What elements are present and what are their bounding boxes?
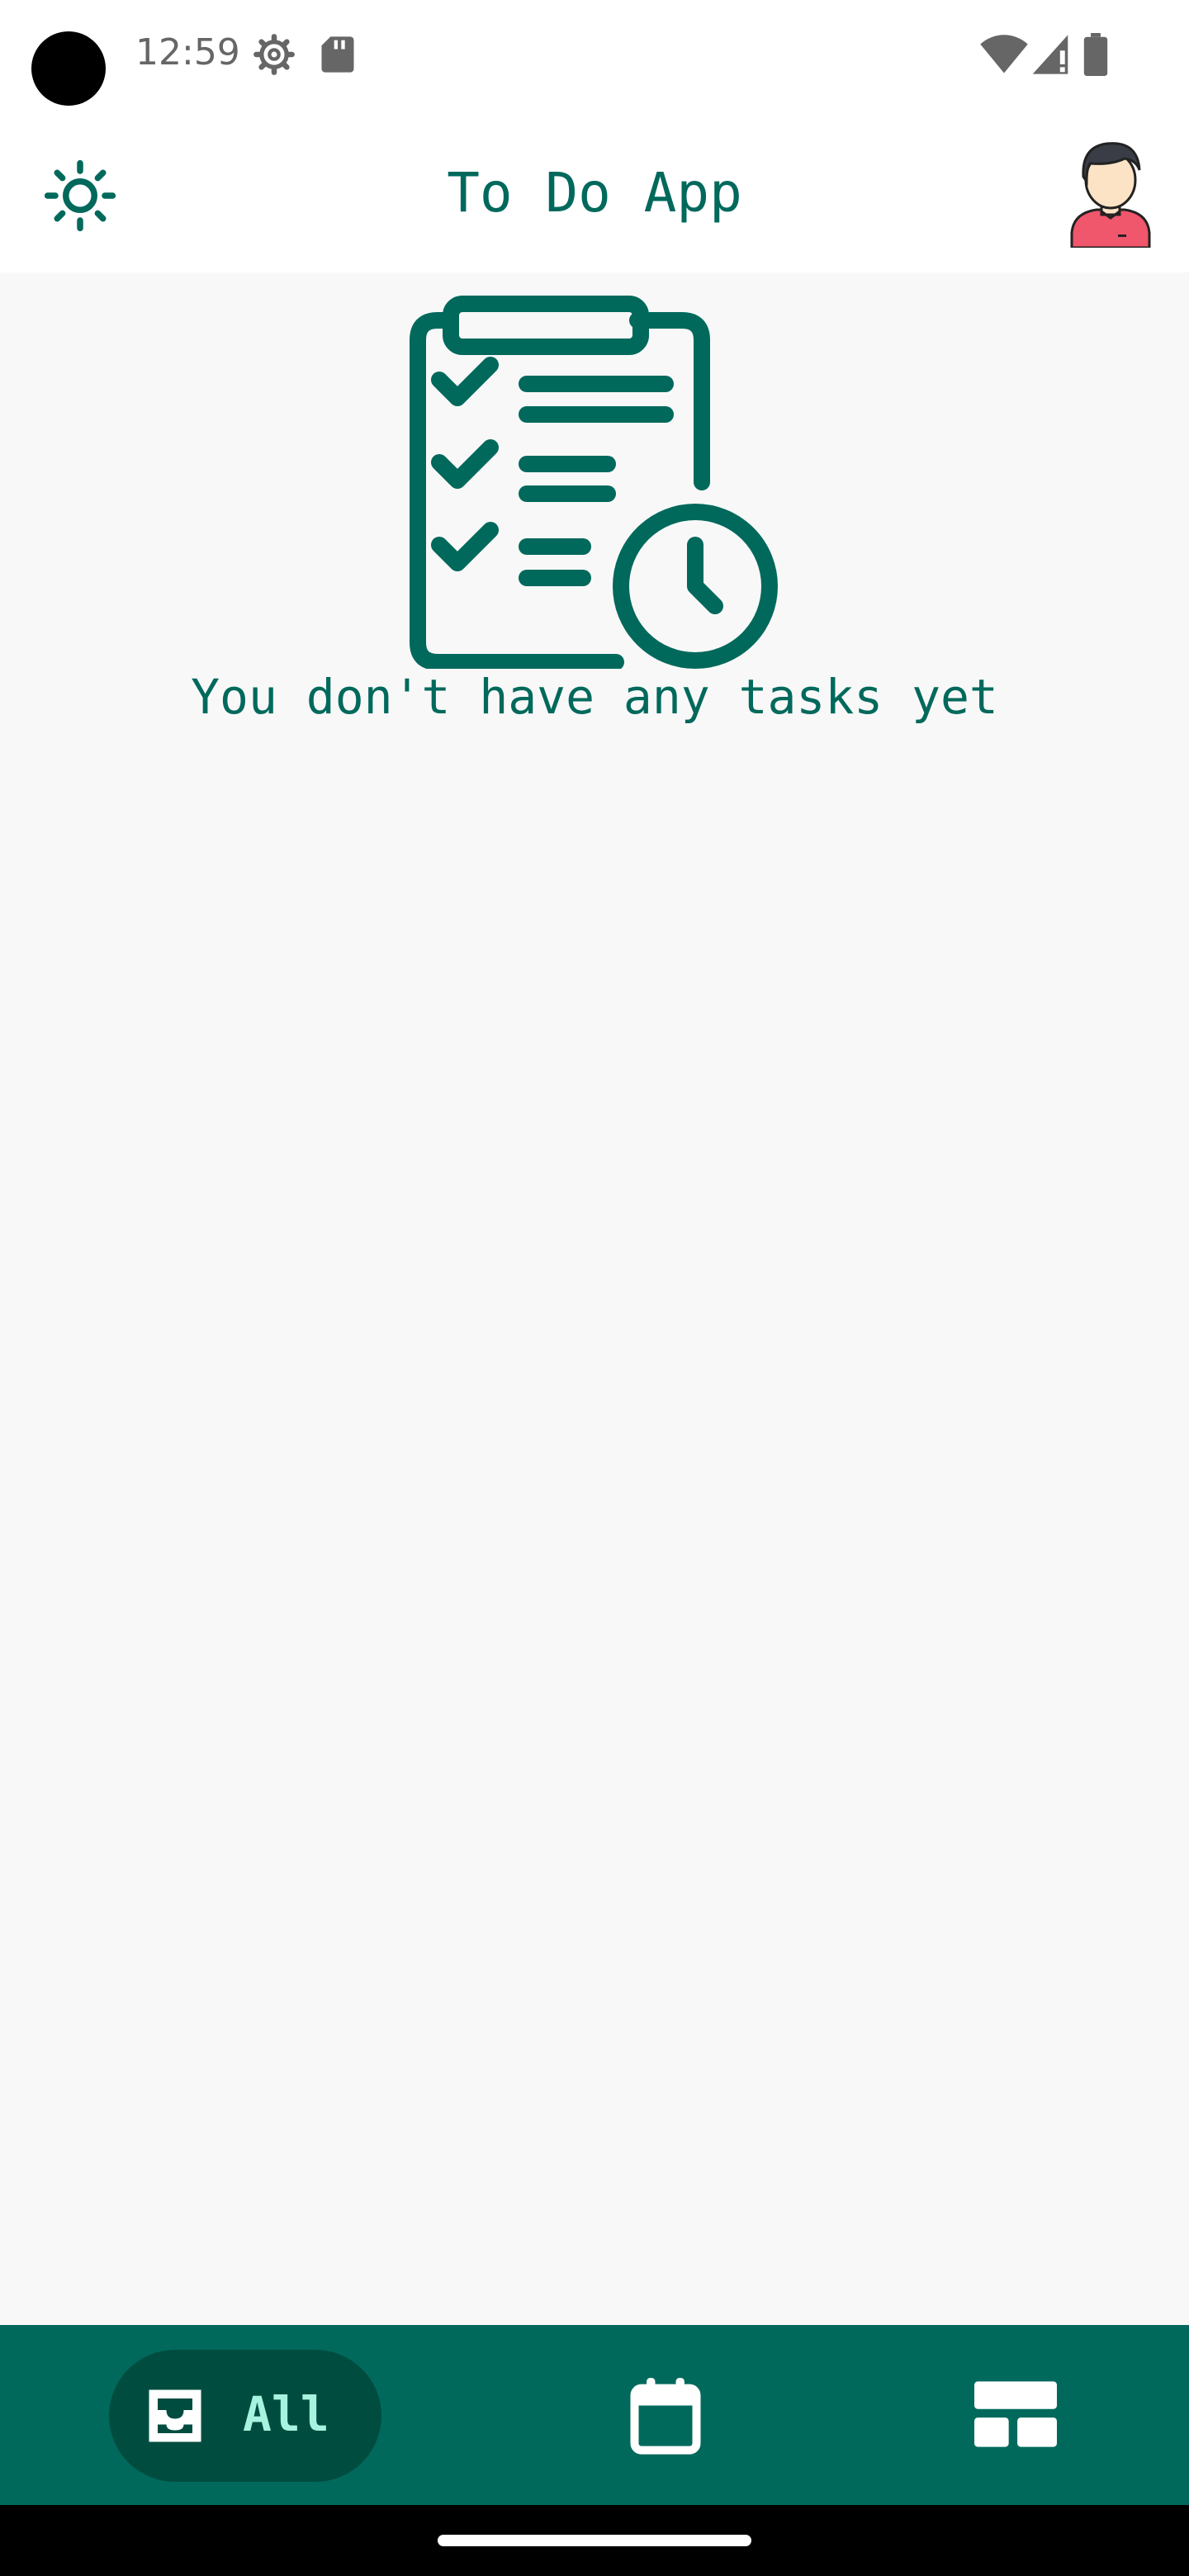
status-bar: 12:59 — [0, 0, 1189, 116]
battery-icon — [1083, 33, 1108, 76]
front-camera-cutout — [31, 31, 106, 106]
calendar-icon[interactable] — [624, 2375, 707, 2457]
settings-gear-icon — [253, 34, 295, 75]
nav-item-all[interactable]: All — [109, 2350, 381, 2482]
status-time: 12:59 — [135, 31, 240, 73]
nav-item-all-label: All — [243, 2386, 329, 2442]
page-title: To Do App — [447, 161, 742, 225]
clipboard-checklist-clock-icon — [410, 296, 778, 669]
system-gesture-bar — [0, 2505, 1189, 2576]
home-gesture-handle[interactable] — [438, 2535, 751, 2546]
inbox-tray-icon — [149, 2389, 201, 2442]
board-layout-icon[interactable] — [974, 2381, 1057, 2447]
user-avatar[interactable] — [1065, 132, 1156, 248]
bottom-navigation: All — [0, 2325, 1189, 2505]
cellular-signal-icon — [1032, 35, 1068, 74]
sd-card-icon — [321, 36, 354, 73]
app-header: To Do App — [0, 116, 1189, 272]
empty-state-message: You don't have any tasks yet — [191, 669, 998, 725]
wifi-icon — [980, 35, 1028, 73]
